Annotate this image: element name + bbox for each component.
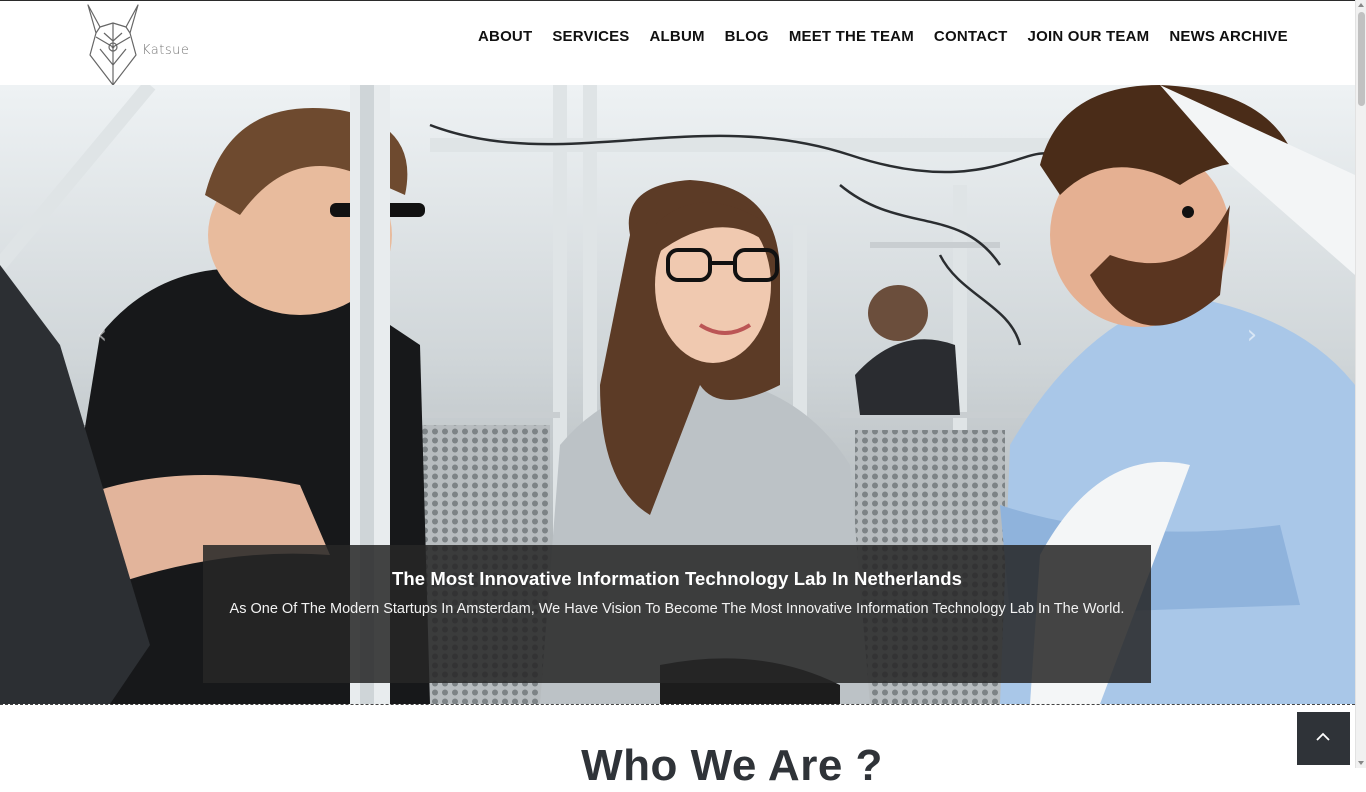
nav-item-join-our-team[interactable]: JOIN OUR TEAM: [1028, 28, 1150, 46]
nav-item-news-archive[interactable]: NEWS ARCHIVE: [1169, 28, 1288, 46]
scroll-down-arrow-icon[interactable]: [1358, 761, 1364, 765]
slide-caption-title: The Most Innovative Information Technolo…: [391, 568, 963, 589]
back-to-top-button[interactable]: [1297, 712, 1350, 765]
page-scrollbar[interactable]: [1355, 0, 1366, 768]
fox-logo-icon: [87, 4, 139, 85]
nav-item-services[interactable]: SERVICES: [552, 28, 629, 46]
scroll-up-arrow-icon[interactable]: [1358, 3, 1364, 7]
logo-text: Katsue: [142, 43, 190, 58]
nav-item-about[interactable]: ABOUT: [478, 28, 532, 46]
nav-item-meet-the-team[interactable]: MEET THE TEAM: [789, 28, 914, 46]
main-nav: ABOUT SERVICES ALBUM BLOG MEET THE TEAM …: [478, 28, 1288, 46]
nav-item-blog[interactable]: BLOG: [725, 28, 769, 46]
chevron-right-icon: ›: [1246, 320, 1258, 350]
nav-item-contact[interactable]: CONTACT: [934, 28, 1008, 46]
site-logo[interactable]: Katsue: [84, 3, 194, 85]
slider-prev-button[interactable]: ‹: [90, 320, 114, 350]
slide-caption: The Most Innovative Information Technolo…: [203, 545, 1151, 683]
scrollbar-thumb[interactable]: [1358, 12, 1365, 106]
chevron-left-icon: ‹: [96, 320, 108, 350]
hero-slider: ‹ › The Most Innovative Information Tech…: [0, 85, 1355, 704]
slide-caption-text: As One Of The Modern Startups In Amsterd…: [229, 601, 1125, 617]
slider-next-button[interactable]: ›: [1240, 320, 1264, 350]
site-header: Katsue ABOUT SERVICES ALBUM BLOG MEET TH…: [0, 1, 1355, 85]
chevron-up-icon: [1316, 732, 1330, 741]
section-title: Who We Are ?: [581, 741, 883, 790]
nav-item-album[interactable]: ALBUM: [650, 28, 705, 46]
hero-divider: [0, 704, 1355, 706]
